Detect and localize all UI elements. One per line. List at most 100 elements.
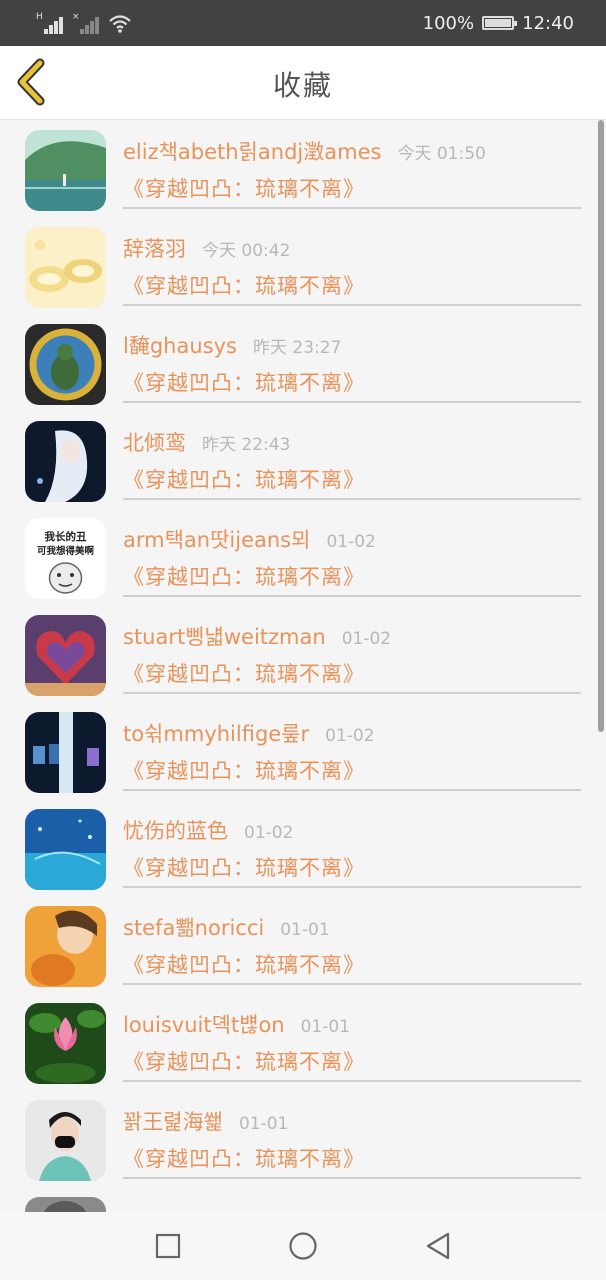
avatar-image [25, 227, 106, 308]
divider [123, 886, 581, 888]
user-name: 꽑王렱海쐝 [123, 1110, 223, 1134]
signal-icon: H [36, 12, 66, 34]
book-title[interactable]: 《穿越凹凸：琉璃不离》 [123, 949, 365, 979]
user-name: arm택an땃ijeans뫼 [123, 528, 311, 552]
favorites-list[interactable]: eliz책abeth릵andj澂ames 今天 01:50 《穿越凹凸：琉璃不离… [0, 120, 606, 1212]
status-right: 100% 12:40 [423, 10, 574, 36]
avatar-image [25, 421, 106, 502]
timestamp: 01-02 [326, 532, 376, 552]
clock: 12:40 [522, 12, 574, 34]
avatar[interactable] [25, 712, 106, 793]
nav-bar [0, 1212, 606, 1280]
battery-icon [482, 16, 518, 30]
book-title[interactable]: 《穿越凹凸：琉璃不离》 [123, 464, 365, 494]
divider [123, 789, 581, 791]
book-title[interactable]: 《穿越凹凸：琉璃不离》 [123, 561, 365, 591]
book-title[interactable]: 《穿越凹凸：琉璃不离》 [123, 173, 365, 203]
avatar[interactable] [25, 421, 106, 502]
user-name: 北倾鸾 [123, 431, 186, 455]
list-item[interactable]: 我长的丑 可我想得美啊 arm택an땃ijeans뫼 01-02 《穿越凹凸：琉… [0, 508, 606, 605]
divider [123, 498, 581, 500]
circle-icon [289, 1232, 317, 1260]
signal-group: H × [36, 12, 132, 34]
divider [123, 692, 581, 694]
list-item[interactable]: eliz책abeth릵andj澂ames 今天 01:50 《穿越凹凸：琉璃不离… [0, 120, 606, 217]
avatar-image: 我长的丑 可我想得美啊 [25, 518, 106, 599]
user-name: to쉮mmyhilfige뤂r [123, 722, 310, 746]
book-title[interactable]: 《穿越凹凸：琉璃不离》 [123, 367, 365, 397]
divider [123, 1080, 581, 1082]
avatar-image [25, 324, 106, 405]
battery-percent: 100% [422, 12, 475, 34]
timestamp: 今天 01:50 [397, 144, 486, 164]
timestamp: 01-02 [325, 726, 375, 746]
avatar-image [25, 906, 106, 987]
book-title[interactable]: 《穿越凹凸：琉璃不离》 [123, 852, 365, 882]
divider [123, 401, 581, 403]
avatar[interactable] [25, 615, 106, 696]
header: 收藏 [0, 46, 606, 120]
avatar-image [25, 809, 106, 890]
divider [123, 595, 581, 597]
timestamp: 昨天 23:27 [252, 338, 342, 358]
avatar[interactable] [25, 130, 106, 211]
list-item[interactable]: 北倾鸾 昨天 22:43 《穿越凹凸：琉璃不离》 [0, 411, 606, 508]
triangle-back-icon [426, 1232, 450, 1260]
divider [123, 304, 581, 306]
list-item[interactable]: 꽑王렱海쐝 01-01 《穿越凹凸：琉璃不离》 [0, 1090, 606, 1187]
timestamp: 01-02 [244, 823, 294, 843]
avatar[interactable] [25, 1197, 106, 1212]
home-button[interactable] [287, 1230, 319, 1262]
avatar-image [25, 130, 106, 211]
list-item[interactable]: 辞落羽 今天 00:42 《穿越凹凸：琉璃不离》 [0, 217, 606, 314]
timestamp: 01-01 [300, 1017, 351, 1037]
user-name: l馣ghausys [123, 334, 237, 358]
timestamp: 01-01 [280, 920, 330, 940]
user-name: eliz책abeth릵andj澂ames [123, 140, 382, 164]
book-title[interactable]: 《穿越凹凸：琉璃不离》 [123, 270, 365, 300]
recent-apps-button[interactable] [152, 1230, 184, 1262]
list-item[interactable]: stefa뾂noricci 01-01 《穿越凹凸：琉璃不离》 [0, 896, 606, 993]
list-item[interactable]: louisvuit뎩t뱮on 01-01 《穿越凹凸：琉璃不离》 [0, 993, 606, 1090]
user-name: louisvuit뎩t뱮on [123, 1013, 285, 1037]
timestamp: 昨天 22:43 [202, 435, 291, 455]
avatar-caption-2: 可我想得美啊 [37, 545, 95, 557]
avatar[interactable]: 我长的丑 可我想得美啊 [25, 518, 106, 599]
wifi-icon [109, 15, 131, 33]
book-title[interactable]: 《穿越凹凸：琉璃不离》 [123, 1046, 365, 1076]
avatar[interactable] [25, 227, 106, 308]
system-back-button[interactable] [422, 1230, 454, 1262]
list-item[interactable] [0, 1187, 606, 1212]
divider [123, 983, 581, 985]
book-title[interactable]: 《穿越凹凸：琉璃不离》 [123, 755, 365, 785]
scrollbar[interactable] [598, 120, 604, 732]
timestamp: 今天 00:42 [202, 241, 291, 261]
avatar-caption-1: 我长的丑 [45, 530, 87, 543]
book-title[interactable]: 《穿越凹凸：琉璃不离》 [123, 658, 365, 688]
avatar[interactable] [25, 809, 106, 890]
book-title[interactable]: 《穿越凹凸：琉璃不离》 [123, 1143, 365, 1173]
avatar-image [25, 1100, 106, 1181]
status-bar: H × 100% 12:40 [0, 0, 606, 46]
avatar-image [25, 615, 106, 696]
user-name: stefa뾂noricci [123, 916, 265, 940]
avatar[interactable] [25, 906, 106, 987]
user-name: stuart삥냷weitzman [123, 625, 326, 649]
signal-icon: × [72, 12, 102, 34]
avatar[interactable] [25, 1100, 106, 1181]
user-name: 忧伤的蓝色 [123, 819, 228, 843]
list-item[interactable]: 忧伤的蓝色 01-02 《穿越凹凸：琉璃不离》 [0, 799, 606, 896]
avatar-image [25, 1197, 106, 1212]
avatar[interactable] [25, 324, 106, 405]
avatar-image [25, 712, 106, 793]
square-icon [155, 1233, 181, 1259]
avatar[interactable] [25, 1003, 106, 1084]
divider [123, 207, 581, 209]
avatar-image [25, 1003, 106, 1084]
user-name: 辞落羽 [123, 237, 186, 261]
divider [123, 1177, 581, 1179]
list-item[interactable]: to쉮mmyhilfige뤂r 01-02 《穿越凹凸：琉璃不离》 [0, 702, 606, 799]
list-item[interactable]: stuart삥냷weitzman 01-02 《穿越凹凸：琉璃不离》 [0, 605, 606, 702]
timestamp: 01-02 [341, 629, 392, 649]
list-item[interactable]: l馣ghausys 昨天 23:27 《穿越凹凸：琉璃不离》 [0, 314, 606, 411]
